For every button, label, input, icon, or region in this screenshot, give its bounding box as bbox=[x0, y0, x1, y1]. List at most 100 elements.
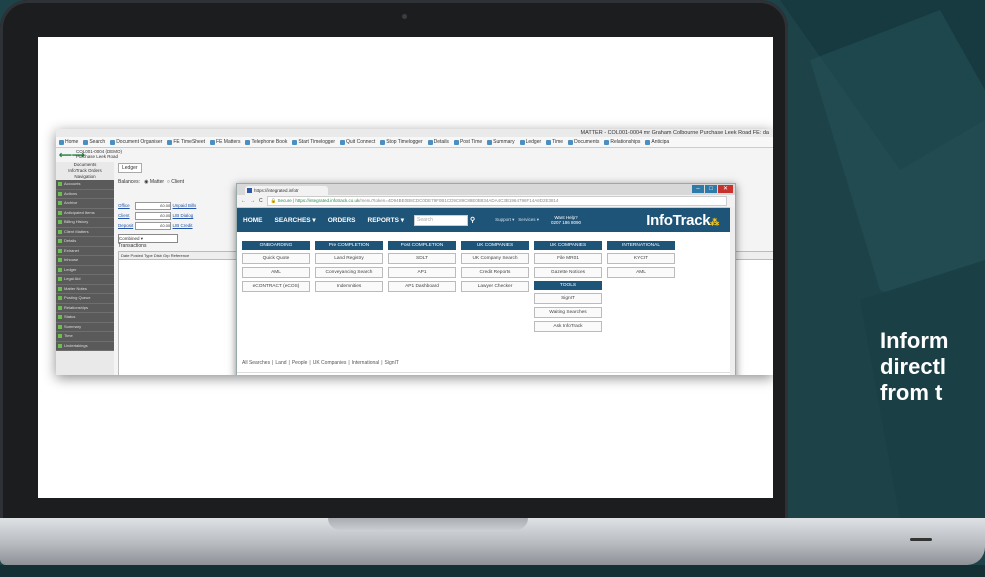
infotrack-nav: HOME SEARCHES ▾ ORDERS REPORTS ▾ Search … bbox=[237, 208, 735, 232]
toolbar-item[interactable]: Time bbox=[546, 139, 563, 145]
sidebar-item[interactable]: Details bbox=[56, 237, 114, 247]
matter-radio[interactable]: Matter bbox=[150, 179, 164, 185]
toolbar-item[interactable]: FE TimeSheet bbox=[167, 139, 205, 145]
toolbar-item[interactable]: Details bbox=[427, 139, 449, 145]
field-value[interactable]: £0.00 bbox=[135, 211, 172, 220]
nav-searches[interactable]: SEARCHES ▾ bbox=[269, 216, 322, 224]
field-label[interactable]: Office bbox=[118, 201, 134, 211]
product-button[interactable]: KYCIT bbox=[607, 253, 675, 264]
bottom-tab[interactable]: Land bbox=[275, 360, 288, 366]
toolbar-icon bbox=[110, 139, 116, 145]
forward-icon[interactable]: → bbox=[250, 198, 255, 204]
field-link[interactable]: LIB Credit bbox=[173, 223, 193, 228]
nav-home[interactable]: HOME bbox=[237, 217, 269, 224]
sidebar-item[interactable]: Undertakings bbox=[56, 341, 114, 351]
sidebar-item[interactable]: Time bbox=[56, 332, 114, 342]
toolbar-item[interactable]: Summary bbox=[487, 139, 515, 145]
column-header[interactable]: UK COMPANIES bbox=[534, 241, 602, 250]
sidebar-item[interactable]: Archive bbox=[56, 199, 114, 209]
sidebar-item[interactable]: Matter Notes bbox=[56, 284, 114, 294]
product-button[interactable]: AML bbox=[242, 267, 310, 278]
tool-button[interactable]: Waiting Searches bbox=[534, 307, 602, 318]
maximize-icon[interactable]: □ bbox=[705, 185, 717, 193]
toolbar-item[interactable]: Stop Timelogger bbox=[380, 139, 423, 145]
back-icon[interactable]: ← bbox=[241, 198, 246, 204]
product-button[interactable]: SDLT bbox=[388, 253, 456, 264]
sidebar-item[interactable]: Inhouse bbox=[56, 256, 114, 266]
search-input[interactable]: Search bbox=[414, 214, 469, 226]
sidebar-item[interactable]: Posting Queue bbox=[56, 294, 114, 304]
product-button[interactable]: File MR01 bbox=[534, 253, 602, 264]
toolbar-item[interactable]: FE Matters bbox=[210, 139, 240, 145]
reload-icon[interactable]: C bbox=[259, 198, 263, 204]
toolbar-label: Details bbox=[433, 139, 449, 145]
sidebar-item[interactable]: Legal Aid bbox=[56, 275, 114, 285]
support-menu[interactable]: Support ▾ Services ▾ bbox=[495, 217, 539, 223]
product-button[interactable]: Credit Reports bbox=[461, 267, 529, 278]
sidebar-item[interactable]: Ledger bbox=[56, 265, 114, 275]
product-button[interactable]: eCONTRACT (eCOS) bbox=[242, 281, 310, 292]
column-header[interactable]: Post COMPLETION bbox=[388, 241, 456, 250]
toolbar-item[interactable]: Telephone Book bbox=[245, 139, 287, 145]
bottom-tab[interactable]: People bbox=[292, 360, 310, 366]
column-header[interactable]: INTERNATIONAL bbox=[607, 241, 675, 250]
sidebar-item[interactable]: Extranet bbox=[56, 246, 114, 256]
field-link[interactable]: LIB Dialog bbox=[173, 213, 194, 218]
browser-tab[interactable]: https://integrated.infotr bbox=[245, 186, 328, 195]
field-label[interactable]: Client bbox=[118, 211, 134, 221]
toolbar-item[interactable]: Documents bbox=[568, 139, 599, 145]
sidebar-item[interactable]: Client Matters bbox=[56, 227, 114, 237]
bottom-tab[interactable]: SignIT bbox=[385, 360, 401, 366]
sidebar-item[interactable]: Actions bbox=[56, 189, 114, 199]
product-button[interactable]: UK Company Search bbox=[461, 253, 529, 264]
product-button[interactable]: AP1 Dashboard bbox=[388, 281, 456, 292]
toolbar-item[interactable]: Home bbox=[59, 139, 78, 145]
bottom-tab[interactable]: UK Companies bbox=[313, 360, 349, 366]
toolbar-item[interactable]: Search bbox=[83, 139, 105, 145]
browser-scrollbar[interactable] bbox=[730, 207, 735, 375]
sidebar-item[interactable]: Summary bbox=[56, 322, 114, 332]
product-button[interactable]: Conveyancing Search bbox=[315, 267, 383, 278]
toolbar-item[interactable]: Post Time bbox=[453, 139, 482, 145]
toolbar-item[interactable]: Start Timelogger bbox=[292, 139, 335, 145]
tool-button[interactable]: Ask InfoTrack bbox=[534, 321, 602, 332]
toolbar-item[interactable]: Ledger bbox=[519, 139, 541, 145]
toolbar-item[interactable]: Quit Connect bbox=[340, 139, 375, 145]
column-header[interactable]: UK COMPANIES bbox=[461, 241, 529, 250]
nav-reports[interactable]: REPORTS ▾ bbox=[362, 216, 411, 224]
bottom-tab[interactable]: All Searches bbox=[242, 360, 272, 366]
product-button[interactable]: AP1 bbox=[388, 267, 456, 278]
sidebar-item[interactable]: Status bbox=[56, 313, 114, 323]
url-field[interactable]: 🔒 Secure | https://integrated.infotrack.… bbox=[266, 196, 727, 206]
product-button[interactable]: Gazette Notices bbox=[534, 267, 602, 278]
field-value[interactable]: £0.00 bbox=[135, 201, 172, 210]
product-button[interactable]: Lawyer Checker bbox=[461, 281, 529, 292]
combined-select[interactable]: Combined ▾ bbox=[118, 234, 178, 243]
client-radio[interactable]: Client bbox=[171, 179, 184, 185]
product-button[interactable]: Land Registry bbox=[315, 253, 383, 264]
product-button[interactable]: Indemnities bbox=[315, 281, 383, 292]
tool-button[interactable]: SignIT bbox=[534, 293, 602, 304]
balance-field-row: Office £0.00 Unpaid Bills bbox=[118, 201, 196, 211]
field-label[interactable]: Deposit bbox=[118, 221, 134, 231]
field-value[interactable]: £0.00 bbox=[135, 221, 172, 230]
search-icon[interactable]: ⚲ bbox=[470, 216, 475, 224]
column-header[interactable]: Pre COMPLETION bbox=[315, 241, 383, 250]
tab-ledger[interactable]: Ledger bbox=[118, 163, 142, 173]
column-header[interactable]: ONBOARDING bbox=[242, 241, 310, 250]
toolbar-item[interactable]: Document Organiser bbox=[110, 139, 162, 145]
product-button[interactable]: Quick Quote bbox=[242, 253, 310, 264]
sidebar-item[interactable]: Accounts bbox=[56, 180, 114, 190]
field-link[interactable]: Unpaid Bills bbox=[173, 203, 197, 208]
close-icon[interactable]: ✕ bbox=[718, 185, 733, 193]
toolbar-item[interactable]: Relationships bbox=[604, 139, 640, 145]
nav-orders[interactable]: ORDERS bbox=[322, 217, 362, 224]
sidebar-item[interactable]: Anticipated Items bbox=[56, 208, 114, 218]
product-button[interactable]: AML bbox=[607, 267, 675, 278]
sidebar-item[interactable]: Billing History bbox=[56, 218, 114, 228]
toolbar-item[interactable]: Anticipa bbox=[645, 139, 669, 145]
sidebar-item[interactable]: Relationships bbox=[56, 303, 114, 313]
bottom-tab[interactable]: International bbox=[352, 360, 382, 366]
tools-header[interactable]: TOOLS bbox=[534, 281, 602, 290]
minimize-icon[interactable]: – bbox=[692, 185, 704, 193]
